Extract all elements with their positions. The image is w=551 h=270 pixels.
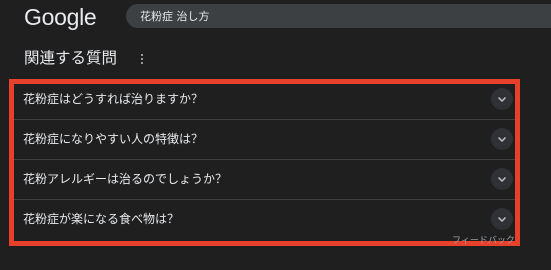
question-item[interactable]: 花粉症が楽になる食べ物は？ — [14, 199, 517, 239]
question-item[interactable]: 花粉症になりやすい人の特徴は？ — [14, 119, 517, 160]
chevron-down-icon[interactable] — [491, 128, 513, 150]
feedback-link[interactable]: フィードバック — [452, 233, 515, 246]
chevron-down-icon[interactable] — [491, 208, 513, 230]
chevron-down-icon[interactable] — [491, 168, 513, 190]
question-item[interactable]: 花粉症はどうすれば治りますか？ — [14, 79, 517, 120]
search-query-text[interactable]: 花粉症 治し方 — [140, 8, 210, 24]
related-questions-list: 花粉症はどうすれば治りますか？ 花粉症になりやすい人の特徴は？ 花粉アレルギーは… — [14, 79, 517, 236]
chevron-down-icon[interactable] — [491, 88, 513, 110]
question-label: 花粉アレルギーは治るのでしょうか？ — [23, 172, 228, 186]
search-input[interactable]: 花粉症 治し方 — [126, 4, 551, 28]
more-vert-icon[interactable] — [136, 51, 148, 67]
question-label: 花粉症になりやすい人の特徴は？ — [23, 132, 204, 146]
related-questions-title: 関連する質問 — [24, 49, 118, 67]
question-label: 花粉症はどうすれば治りますか？ — [23, 92, 204, 106]
question-item[interactable]: 花粉アレルギーは治るのでしょうか？ — [14, 159, 517, 200]
google-logo[interactable]: Google — [24, 4, 97, 31]
question-label: 花粉症が楽になる食べ物は？ — [23, 212, 180, 226]
